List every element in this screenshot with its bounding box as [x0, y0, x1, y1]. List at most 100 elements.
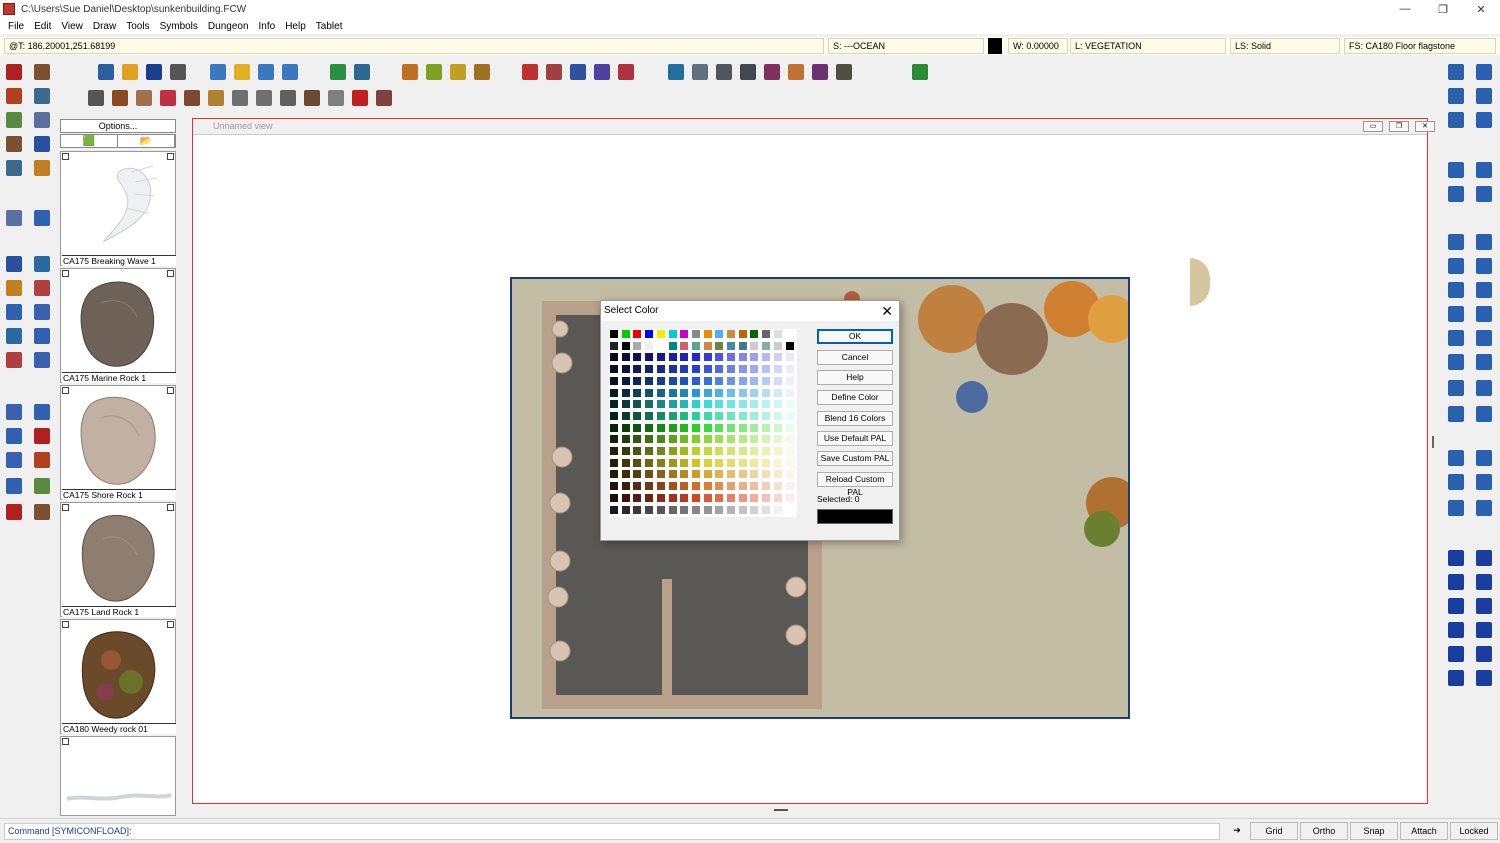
left-tool-20-button[interactable] — [32, 326, 52, 346]
palette-color-cell[interactable] — [737, 352, 748, 363]
palette-color-cell[interactable] — [667, 387, 678, 398]
palette-color-cell[interactable] — [632, 492, 643, 503]
palette-color-cell[interactable] — [714, 410, 725, 421]
palette-color-cell[interactable] — [749, 410, 760, 421]
palette-color-cell[interactable] — [632, 481, 643, 492]
symbol-set-7-button[interactable] — [690, 62, 710, 82]
palette-color-cell[interactable] — [726, 457, 736, 468]
palette-color-cell[interactable] — [702, 504, 713, 515]
palette-color-cell[interactable] — [644, 399, 655, 410]
palette-color-cell[interactable] — [690, 410, 701, 421]
palette-color-cell[interactable] — [714, 375, 725, 386]
palette-color-cell[interactable] — [690, 492, 701, 503]
right-tool-34-button[interactable] — [1474, 548, 1494, 568]
cross-tool-button[interactable] — [230, 88, 250, 108]
left-tool-10-button[interactable] — [32, 158, 52, 178]
current-color-swatch[interactable] — [988, 38, 1002, 54]
palette-color-cell[interactable] — [667, 375, 678, 386]
left-tool-1-button[interactable] — [4, 62, 24, 82]
palette-color-cell[interactable] — [644, 504, 655, 515]
locked-button[interactable]: Locked — [1450, 822, 1498, 840]
palette-color-cell[interactable] — [784, 457, 795, 468]
palette-color-cell[interactable] — [655, 492, 666, 503]
palette-color-cell[interactable] — [749, 492, 760, 503]
palette-color-cell[interactable] — [655, 446, 666, 456]
right-tool-23-button[interactable] — [1446, 378, 1466, 398]
right-tool-4-button[interactable] — [1474, 86, 1494, 106]
right-tool-12-button[interactable] — [1474, 232, 1494, 252]
palette-color-cell[interactable] — [714, 469, 725, 480]
palette-color-cell[interactable] — [620, 457, 631, 468]
left-tool-9-button[interactable] — [4, 158, 24, 178]
stack-tool-button[interactable] — [278, 88, 298, 108]
palette-color-cell[interactable] — [737, 340, 748, 351]
print-button[interactable] — [168, 62, 188, 82]
palette-color-cell[interactable] — [772, 422, 783, 433]
palette-color-cell[interactable] — [702, 364, 713, 375]
right-tool-35-button[interactable] — [1446, 572, 1466, 592]
palette-color-cell[interactable] — [609, 375, 619, 386]
palette-color-cell[interactable] — [702, 457, 713, 468]
palette-color-cell[interactable] — [655, 481, 666, 492]
target-tool-button[interactable] — [158, 88, 178, 108]
left-tool-23-button[interactable] — [4, 402, 24, 422]
right-tool-27-button[interactable] — [1446, 448, 1466, 468]
left-tool-12-button[interactable] — [32, 208, 52, 228]
palette-color-cell[interactable] — [690, 434, 701, 445]
notes-button[interactable] — [232, 62, 252, 82]
palette-color-cell[interactable] — [690, 364, 701, 375]
palette-color-cell[interactable] — [702, 446, 713, 456]
right-tool-11-button[interactable] — [1446, 232, 1466, 252]
right-tool-41-button[interactable] — [1446, 644, 1466, 664]
right-tool-24-button[interactable] — [1474, 378, 1494, 398]
palette-color-cell[interactable] — [679, 492, 690, 503]
palette-color-cell[interactable] — [761, 457, 772, 468]
line-style-field[interactable]: LS: Solid — [1230, 38, 1340, 54]
catalog-open-button[interactable] — [400, 62, 420, 82]
palette-color-cell[interactable] — [655, 469, 666, 480]
symbol-item[interactable]: CA175 Marine Rock 1 — [60, 268, 176, 383]
palette-color-cell[interactable] — [679, 364, 690, 375]
palette-color-cell[interactable] — [749, 422, 760, 433]
right-tool-28-button[interactable] — [1474, 448, 1494, 468]
palette-color-cell[interactable] — [772, 387, 783, 398]
palette-color-cell[interactable] — [761, 375, 772, 386]
palette-color-cell[interactable] — [667, 469, 678, 480]
palette-color-cell[interactable] — [726, 387, 736, 398]
palette-color-cell[interactable] — [761, 399, 772, 410]
palette-color-cell[interactable] — [761, 504, 772, 515]
sword-tool-button[interactable] — [326, 88, 346, 108]
right-tool-5-button[interactable] — [1446, 110, 1466, 130]
left-tool-22-button[interactable] — [32, 350, 52, 370]
palette-color-cell[interactable] — [690, 469, 701, 480]
palette-color-cell[interactable] — [667, 434, 678, 445]
palette-color-cell[interactable] — [667, 329, 678, 339]
palette-color-cell[interactable] — [784, 375, 795, 386]
palette-color-cell[interactable] — [632, 329, 643, 339]
palette-color-cell[interactable] — [679, 481, 690, 492]
symbol-item[interactable] — [60, 736, 176, 816]
symbol-set-10-button[interactable] — [762, 62, 782, 82]
palette-color-cell[interactable] — [690, 375, 701, 386]
palette-color-cell[interactable] — [761, 492, 772, 503]
symbol-set-1-button[interactable] — [520, 62, 540, 82]
palette-color-cell[interactable] — [679, 434, 690, 445]
left-tool-14-button[interactable] — [32, 254, 52, 274]
right-tool-16-button[interactable] — [1474, 280, 1494, 300]
palette-color-cell[interactable] — [749, 457, 760, 468]
catalog-folder-button[interactable] — [472, 62, 492, 82]
palette-color-cell[interactable] — [644, 481, 655, 492]
palette-color-cell[interactable] — [784, 329, 795, 339]
view-minimize-button[interactable]: ▭ — [1363, 121, 1383, 132]
right-tool-8-button[interactable] — [1474, 160, 1494, 180]
right-tool-22-button[interactable] — [1474, 352, 1494, 372]
palette-color-cell[interactable] — [620, 352, 631, 363]
fill-style-field[interactable]: FS: CA180 Floor flagstone — [1344, 38, 1496, 54]
menu-tablet[interactable]: Tablet — [316, 21, 343, 32]
menu-file[interactable]: File — [8, 21, 24, 32]
palette-color-cell[interactable] — [737, 457, 748, 468]
left-tool-5-button[interactable] — [4, 110, 24, 130]
left-tool-17-button[interactable] — [4, 302, 24, 322]
palette-color-cell[interactable] — [679, 469, 690, 480]
palette-color-cell[interactable] — [749, 504, 760, 515]
